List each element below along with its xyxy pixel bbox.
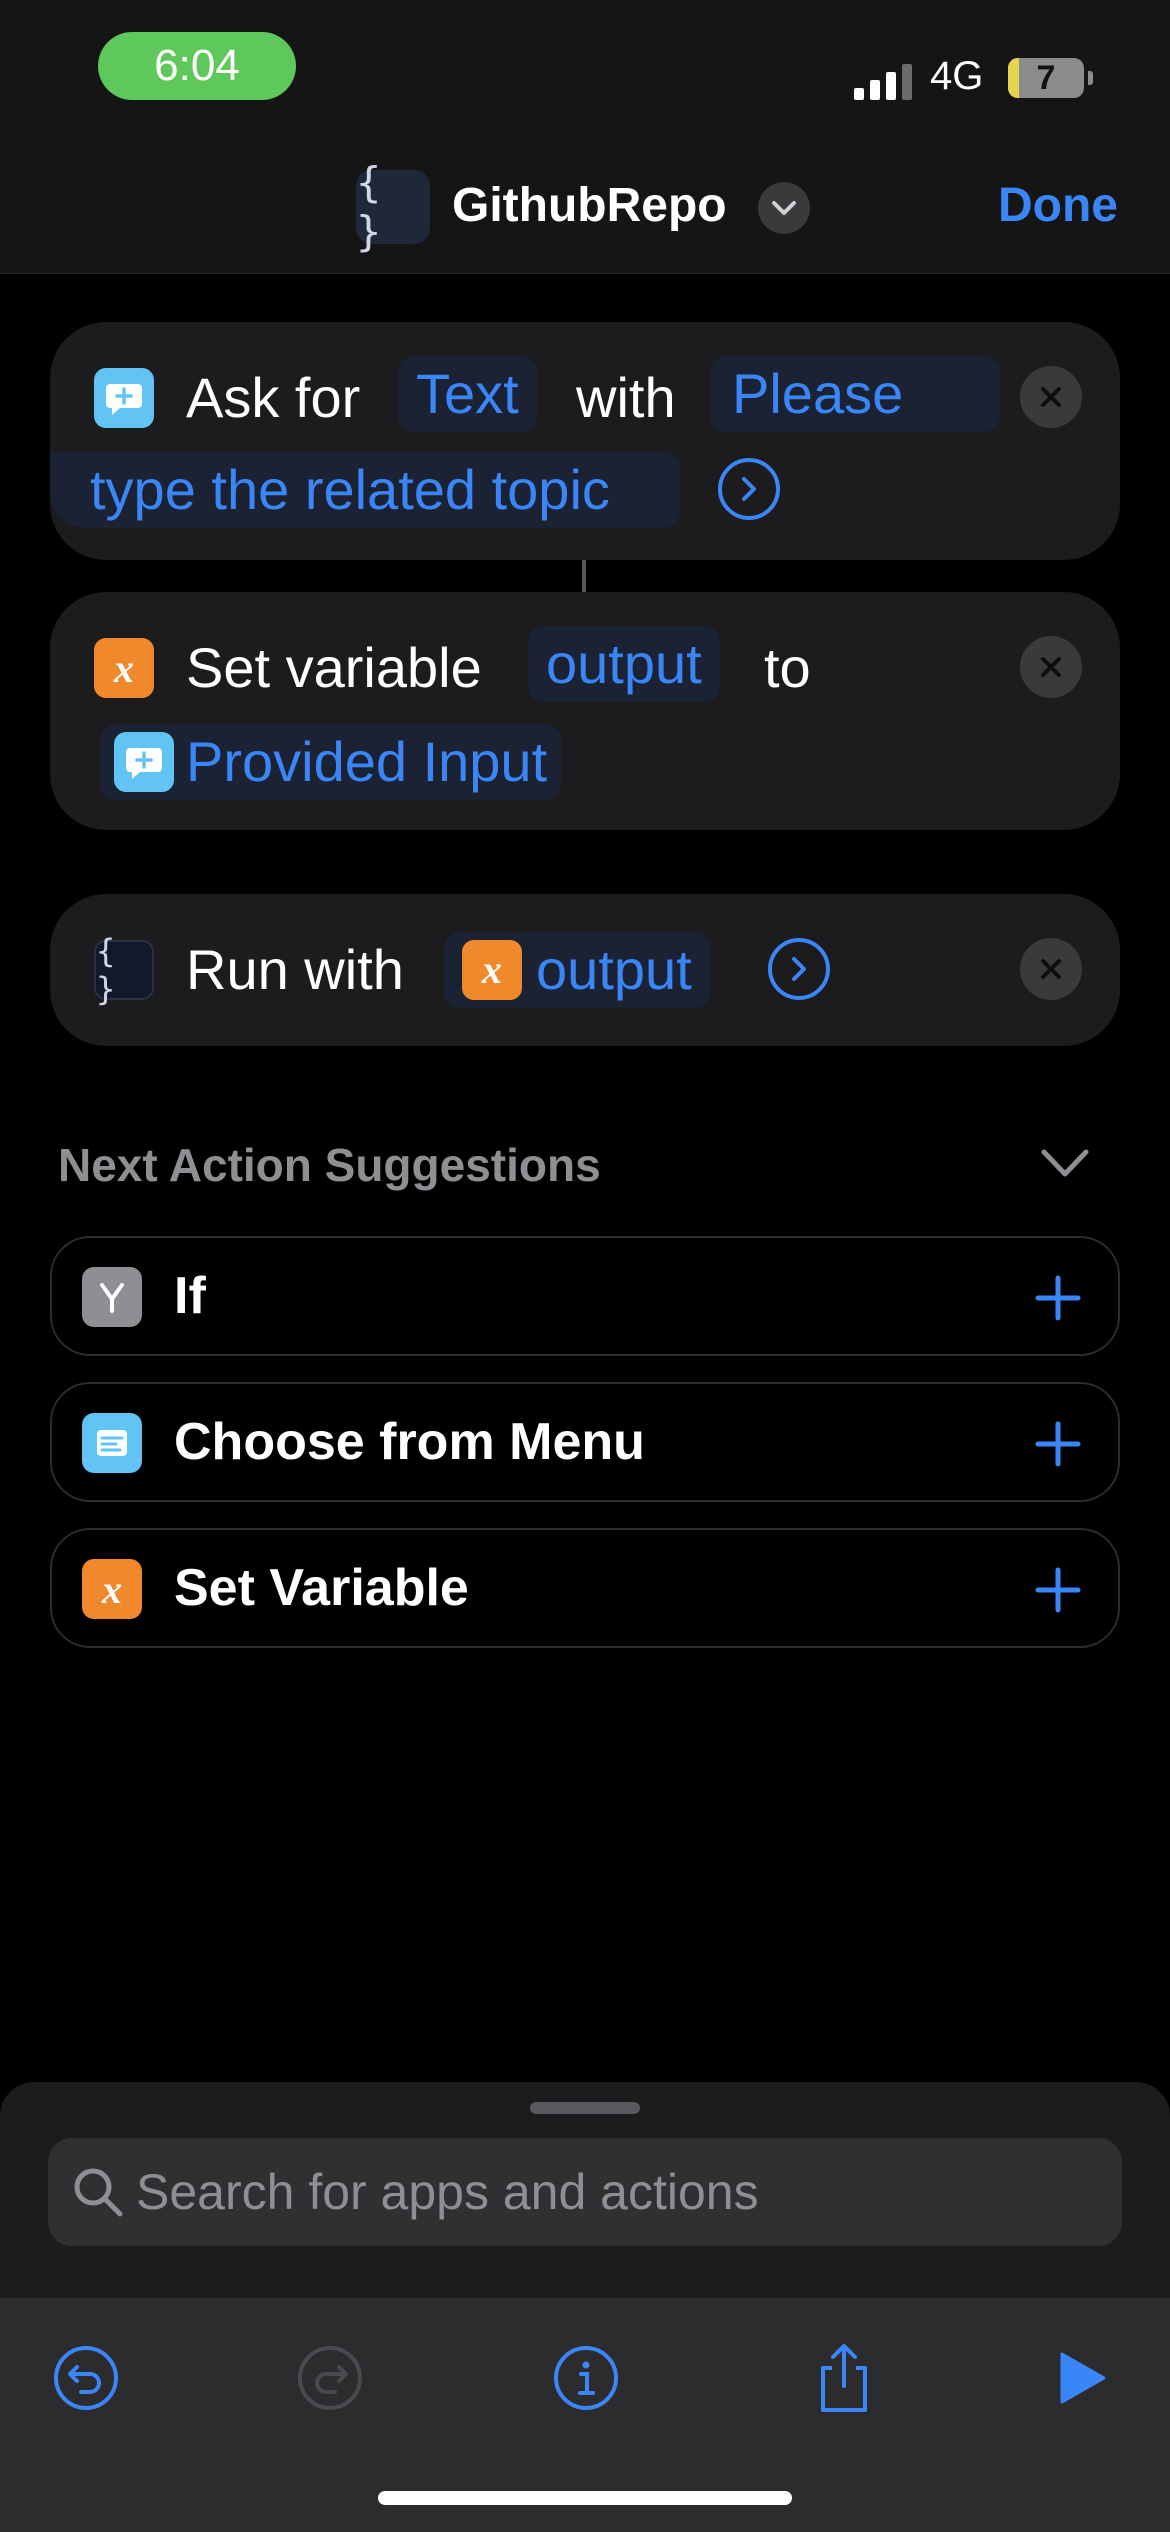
expand-action-icon[interactable] — [718, 458, 780, 520]
suggestions-header: Next Action Suggestions — [58, 1139, 601, 1191]
run-variable-name: output — [536, 938, 692, 1001]
action-verb: Run with — [186, 938, 404, 1001]
branch-icon — [82, 1267, 142, 1327]
run-variable-token[interactable]: x output — [444, 932, 710, 1008]
braces-icon: { } — [94, 932, 154, 1008]
remove-action-icon[interactable] — [1020, 366, 1082, 428]
battery-level: 7 — [1036, 58, 1056, 97]
network-type: 4G — [930, 54, 984, 98]
time-indicator[interactable]: 6:04 — [98, 32, 296, 100]
variable-icon: x — [82, 1559, 142, 1619]
provided-input-token[interactable]: Provided Input — [100, 724, 562, 800]
nav-bar: { } GithubRepo Done — [0, 150, 1170, 274]
prompt-token-line2[interactable]: type the related topic — [50, 452, 680, 528]
variable-name-token[interactable]: output — [528, 626, 720, 702]
add-icon[interactable] — [1028, 1268, 1088, 1328]
add-icon[interactable] — [1028, 1560, 1088, 1620]
status-bar: 6:04 4G 7 — [0, 0, 1170, 150]
action-connector — [582, 560, 586, 592]
menu-icon — [82, 1413, 142, 1473]
action-verb: Ask for — [186, 366, 361, 429]
action-verb: Set variable — [186, 636, 482, 699]
braces-icon: { } — [356, 158, 430, 256]
info-icon[interactable] — [546, 2338, 626, 2418]
provided-input-label: Provided Input — [186, 730, 548, 793]
ask-input-icon — [114, 732, 174, 792]
ask-input-icon — [94, 368, 154, 428]
home-indicator — [378, 2491, 792, 2505]
variable-icon: x — [94, 638, 154, 698]
search-bar[interactable] — [48, 2138, 1122, 2246]
chevron-down-icon[interactable] — [1040, 1148, 1090, 1183]
expand-action-icon[interactable] — [768, 938, 830, 1000]
action-to-label: to — [764, 636, 811, 699]
cellular-signal-icon — [854, 56, 912, 100]
suggestion-label: Set Variable — [174, 1559, 469, 1617]
suggestion-label: Choose from Menu — [174, 1413, 645, 1471]
undo-icon[interactable] — [46, 2338, 126, 2418]
sheet-grabber[interactable] — [530, 2102, 640, 2114]
action-with-label: with — [576, 366, 676, 429]
remove-action-icon[interactable] — [1020, 938, 1082, 1000]
input-type-token[interactable]: Text — [398, 356, 537, 432]
redo-icon[interactable] — [290, 2338, 370, 2418]
prompt-token-line1[interactable]: Please — [710, 356, 1000, 432]
battery-tip — [1088, 71, 1093, 85]
chevron-down-icon[interactable] — [758, 182, 810, 234]
remove-action-icon[interactable] — [1020, 636, 1082, 698]
add-icon[interactable] — [1028, 1414, 1088, 1474]
suggestion-label: If — [174, 1267, 206, 1325]
share-icon[interactable] — [804, 2338, 884, 2418]
suggestion-set-variable[interactable]: x Set Variable — [50, 1528, 1120, 1648]
search-input[interactable] — [136, 2138, 1096, 2246]
suggestion-if[interactable]: If — [50, 1236, 1120, 1356]
action-search-sheet — [0, 2082, 1170, 2532]
play-icon[interactable] — [1040, 2338, 1120, 2418]
shortcut-title[interactable]: GithubRepo — [452, 178, 727, 233]
search-icon — [74, 2168, 123, 2217]
variable-icon: x — [462, 940, 522, 1000]
ask-for-input-action[interactable]: Ask for Text with Please type the relate… — [50, 322, 1120, 560]
done-button[interactable]: Done — [998, 178, 1118, 233]
suggestion-choose-from-menu[interactable]: Choose from Menu — [50, 1382, 1120, 1502]
battery-icon: 7 — [1008, 58, 1084, 98]
run-with-action[interactable]: { } Run with x output — [50, 894, 1120, 1046]
set-variable-action[interactable]: x Set variable output to Provided Input — [50, 592, 1120, 830]
